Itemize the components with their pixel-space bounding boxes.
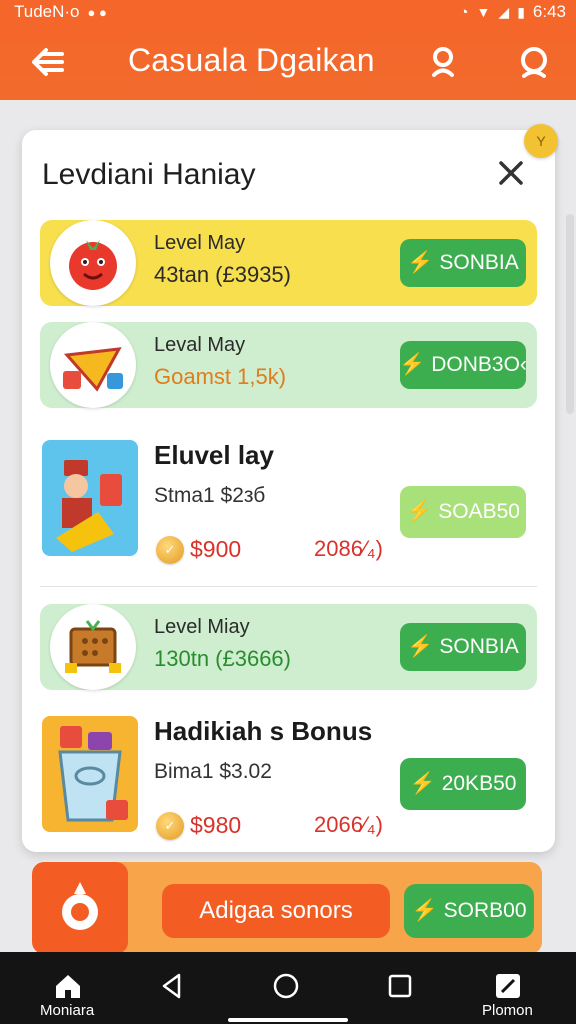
lightning-icon: ⚡ [411, 899, 438, 922]
claim-button-label: SONBIA [439, 251, 519, 274]
alarm-icon: ◔ [459, 3, 469, 21]
gift-box-icon [50, 322, 136, 408]
signal-icon: ◢ [498, 3, 510, 20]
tomato-mascot-icon [50, 220, 136, 306]
claim-button-label: 20KB50 [441, 772, 517, 795]
list-item[interactable]: Hadikiah s Bonus Bima1 $3.02 ✓ $980 2066… [40, 716, 537, 856]
brand-logo-icon [32, 862, 128, 954]
reward-subtitle: Bima1 $3.02 [154, 760, 272, 783]
battery-icon: ▮ [517, 3, 525, 20]
list-item[interactable]: Leval May Goamst 1,5k) ⚡ DONB3O‹ [40, 322, 537, 408]
reward-price: $980 [190, 812, 242, 838]
reward-percent: 2066⁄₄) [314, 812, 383, 837]
lightning-icon: ⚡ [409, 772, 436, 795]
claim-button[interactable]: ⚡ 20KB50 [400, 758, 526, 810]
rewards-modal: Levdiani Haniay Level May 43tan (£3935) … [22, 130, 555, 852]
notification-icon: ● ● [87, 4, 107, 20]
search-icon[interactable] [426, 44, 462, 80]
profile-icon[interactable] [516, 44, 552, 80]
back-arrow-icon[interactable] [28, 44, 68, 80]
level-label: Leval May [154, 334, 246, 356]
promo-claim-label: SORB00 [443, 899, 527, 922]
modal-title: Levdiani Haniay [42, 158, 256, 191]
claim-button[interactable]: ⚡ DONB3O‹ [399, 341, 527, 389]
lightning-icon: ⚡ [407, 251, 434, 274]
claim-button-label: SOAB50 [438, 500, 520, 523]
clock-label: 6:43 [532, 2, 566, 21]
status-bar: TudeN·o ● ● ◔ ▼ ◢ ▮ 6:43 [0, 0, 576, 24]
level-value: 130tn (£3666) [154, 646, 291, 671]
reward-percent: 2086⁄₄) [314, 536, 383, 561]
status-right: ◔ ▼ ◢ ▮ 6:43 [459, 2, 566, 22]
lightning-icon: ⚡ [406, 500, 433, 523]
status-left: TudeN·o ● ● [14, 2, 107, 22]
promo-banner: Adigaa sonors ⚡ SORB00 [32, 862, 542, 954]
claim-button[interactable]: ⚡ SONBIA [400, 623, 526, 671]
character-thumbnail [42, 440, 138, 556]
reward-price: $900 [190, 536, 242, 562]
carrier-label: TudeN·o [14, 2, 80, 21]
promo-cta-button[interactable]: Adigaa sonors [162, 884, 390, 938]
claim-button[interactable]: ⚡ SOAB50 [400, 486, 526, 538]
level-label: Level Miay [154, 616, 250, 638]
level-value: 43tan (£3935) [154, 262, 291, 287]
promo-claim-button[interactable]: ⚡ SORB00 [404, 884, 534, 938]
list-item[interactable]: Eluvel lay Stma1 $2зб ✓ $900 2086⁄₄) ⚡ S… [40, 440, 537, 580]
divider [40, 586, 537, 587]
claim-button-label: DONB3O‹ [431, 353, 527, 376]
home-circle-icon[interactable] [256, 964, 316, 1008]
recents-square-icon[interactable] [370, 964, 430, 1008]
coin-icon: ✓ [156, 536, 184, 564]
reward-name: Hadikiah s Bonus [154, 716, 373, 746]
bonus-bucket-thumbnail [42, 716, 138, 832]
close-icon[interactable] [496, 158, 526, 188]
app-bar: Casuala Dgaikan [0, 24, 576, 100]
back-triangle-icon[interactable] [142, 964, 202, 1008]
lightning-icon: ⚡ [407, 635, 434, 658]
home-indicator[interactable] [228, 1018, 348, 1022]
notification-badge[interactable]: Y [524, 124, 558, 158]
app-title: Casuala Dgaikan [128, 42, 375, 78]
reward-subtitle: Stma1 $2зб [154, 484, 266, 507]
nav-label-right: Plomon [482, 1002, 533, 1019]
lightning-icon: ⚡ [399, 353, 426, 376]
wifi-icon: ▼ [476, 4, 491, 20]
nav-label-home: Moniara [40, 1002, 95, 1019]
claim-button-label: SONBIA [439, 635, 519, 658]
treasure-crate-icon [50, 604, 136, 690]
reward-name: Eluvel lay [154, 440, 274, 470]
level-value: Goamst 1,5k) [154, 364, 287, 389]
claim-button[interactable]: ⚡ SONBIA [400, 239, 526, 287]
list-item[interactable]: Level Miay 130tn (£3666) ⚡ SONBIA [40, 604, 537, 690]
scrollbar[interactable] [566, 214, 574, 414]
coin-icon: ✓ [156, 812, 184, 840]
level-label: Level May [154, 232, 246, 254]
list-item[interactable]: Level May 43tan (£3935) ⚡ SONBIA [40, 220, 537, 306]
